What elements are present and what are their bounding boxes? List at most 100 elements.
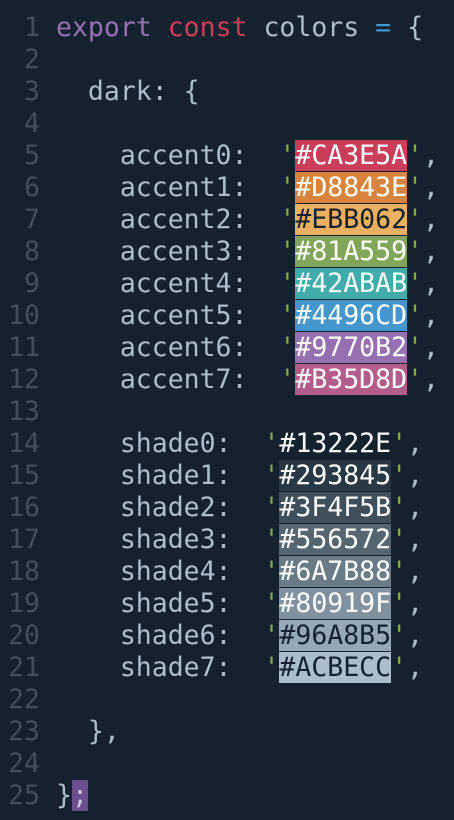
quote: ' [279, 300, 296, 331]
color-swatch-value: #42ABAB [295, 268, 408, 299]
line-content[interactable]: accent7: '#B35D8D', [56, 364, 439, 396]
comma: , [423, 172, 439, 203]
line-content[interactable]: shade6: '#96A8B5', [56, 620, 423, 652]
line-content[interactable]: shade1: '#293845', [56, 460, 423, 492]
quote: ' [279, 236, 296, 267]
comma: , [407, 492, 424, 523]
quote: ' [407, 236, 424, 267]
line-content[interactable]: accent2: '#EBB062', [56, 204, 439, 236]
color-swatch-value: #D8843E [295, 172, 408, 203]
quote: ' [391, 588, 408, 619]
keyword-export: export [56, 12, 152, 43]
line-number: 22 [8, 684, 40, 715]
line-content[interactable]: accent0: '#CA3E5A', [56, 140, 439, 172]
color-swatch-value: #EBB062 [295, 204, 408, 235]
line-number: 20 [8, 620, 40, 651]
quote: ' [279, 172, 296, 203]
code-line[interactable]: 22 [0, 684, 454, 716]
line-number: 6 [24, 172, 40, 203]
shade-key: shade4: [119, 556, 232, 587]
code-line[interactable]: 17 shade3: '#556572', [0, 524, 454, 556]
code-line[interactable]: 2 [0, 44, 454, 76]
code-line[interactable]: 4 [0, 108, 454, 140]
code-line[interactable]: 14 shade0: '#13222E', [0, 428, 454, 460]
line-content[interactable]: shade4: '#6A7B88', [56, 556, 423, 588]
comma: , [423, 140, 439, 171]
code-line[interactable]: 15 shade1: '#293845', [0, 460, 454, 492]
comma: , [407, 556, 424, 587]
color-swatch-value: #4496CD [295, 300, 408, 331]
shade-key: shade0: [119, 428, 232, 459]
code-line[interactable]: 12 accent7: '#B35D8D', [0, 364, 454, 396]
text-cursor[interactable]: ; [71, 780, 88, 811]
shade-key: shade5: [119, 588, 232, 619]
quote: ' [263, 556, 280, 587]
code-line[interactable]: 19 shade5: '#80919F', [0, 588, 454, 620]
line-content[interactable]: accent6: '#9770B2', [56, 332, 439, 364]
quote: ' [391, 492, 408, 523]
quote: ' [407, 332, 424, 363]
line-content[interactable]: export const colors = { [56, 12, 423, 44]
line-content[interactable]: dark: { [56, 76, 200, 108]
code-line[interactable]: 8 accent3: '#81A559', [0, 236, 454, 268]
quote: ' [263, 652, 280, 683]
shade-key: shade1: [119, 460, 232, 491]
comma: , [423, 300, 439, 331]
line-content[interactable]: accent5: '#4496CD', [56, 300, 439, 332]
code-line[interactable]: 18 shade4: '#6A7B88', [0, 556, 454, 588]
quote: ' [263, 620, 280, 651]
quote: ' [407, 364, 424, 395]
code-line[interactable]: 21 shade7: '#ACBECC', [0, 652, 454, 684]
quote: ' [263, 428, 280, 459]
line-content[interactable]: shade2: '#3F4F5B', [56, 492, 423, 524]
quote: ' [391, 460, 408, 491]
code-line[interactable]: 6 accent1: '#D8843E', [0, 172, 454, 204]
line-content[interactable]: accent3: '#81A559', [56, 236, 439, 268]
code-line[interactable]: 10 accent5: '#4496CD', [0, 300, 454, 332]
code-line[interactable]: 16 shade2: '#3F4F5B', [0, 492, 454, 524]
code-line[interactable]: 25}; [0, 780, 454, 812]
line-content[interactable]: shade7: '#ACBECC', [56, 652, 423, 684]
line-number: 1 [24, 12, 40, 43]
shade-key: shade6: [119, 620, 232, 651]
line-content[interactable]: }; [56, 780, 88, 812]
quote: ' [407, 140, 424, 171]
code-line[interactable]: 11 accent6: '#9770B2', [0, 332, 454, 364]
line-content[interactable]: }, [56, 716, 120, 748]
color-swatch-value: #6A7B88 [279, 556, 392, 587]
open-brace: { [407, 12, 424, 43]
comma: , [407, 428, 424, 459]
code-line[interactable]: 13 [0, 396, 454, 428]
comma: , [423, 236, 439, 267]
quote: ' [279, 364, 296, 395]
line-number: 19 [8, 588, 40, 619]
line-number: 15 [8, 460, 40, 491]
code-line[interactable]: 5 accent0: '#CA3E5A', [0, 140, 454, 172]
line-content[interactable]: shade3: '#556572', [56, 524, 423, 556]
code-editor[interactable]: 1 export const colors = {2 3 dark: {4 5 acc… [0, 0, 454, 820]
operator-equals: = [375, 12, 392, 43]
comma: , [407, 588, 424, 619]
quote: ' [263, 460, 280, 491]
comma: , [423, 332, 439, 363]
accent-key: accent5: [119, 300, 248, 331]
comma: , [407, 620, 424, 651]
code-line[interactable]: 20 shade6: '#96A8B5', [0, 620, 454, 652]
code-line[interactable]: 1 export const colors = { [0, 12, 454, 44]
line-content[interactable]: accent1: '#D8843E', [56, 172, 439, 204]
line-number: 14 [8, 428, 40, 459]
line-content[interactable]: shade5: '#80919F', [56, 588, 423, 620]
quote: ' [407, 268, 424, 299]
close-brace: } [56, 780, 72, 811]
line-number: 7 [24, 204, 40, 235]
code-line[interactable]: 24 [0, 748, 454, 780]
line-content[interactable]: shade0: '#13222E', [56, 428, 423, 460]
line-number: 18 [8, 556, 40, 587]
code-line[interactable]: 7 accent2: '#EBB062', [0, 204, 454, 236]
code-line[interactable]: 9 accent4: '#42ABAB', [0, 268, 454, 300]
code-line[interactable]: 3 dark: { [0, 76, 454, 108]
accent-key: accent2: [119, 204, 248, 235]
line-content[interactable]: accent4: '#42ABAB', [56, 268, 439, 300]
quote: ' [391, 556, 408, 587]
code-line[interactable]: 23 }, [0, 716, 454, 748]
